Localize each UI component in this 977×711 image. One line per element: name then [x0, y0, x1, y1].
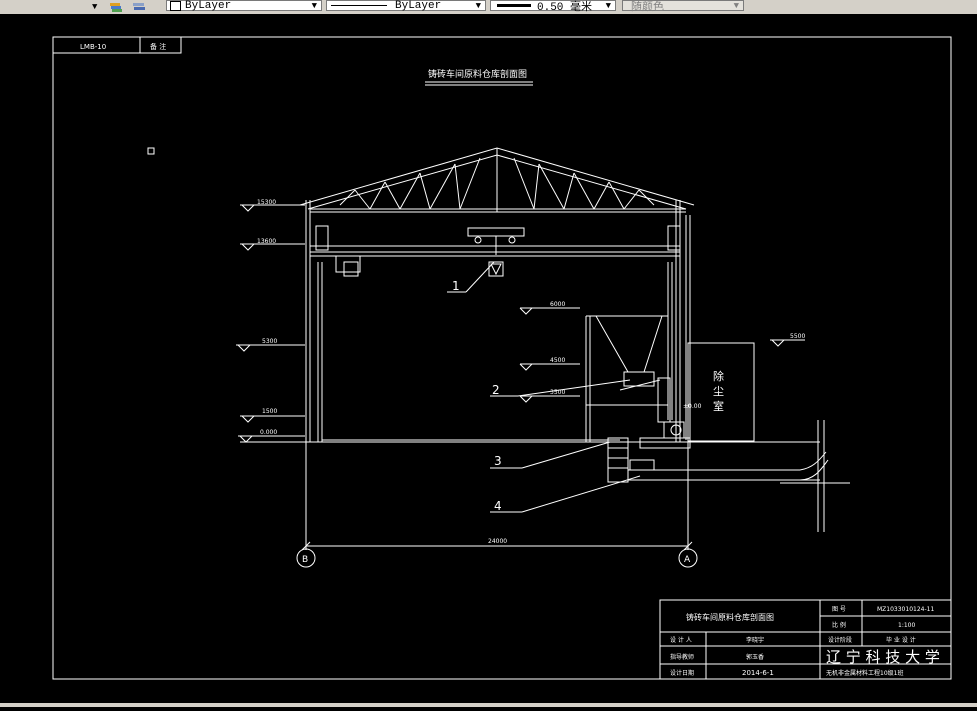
color-control-combo[interactable]: ByLayer ▼: [166, 0, 322, 12]
drawing-canvas[interactable]: LMB-10 备 注 铸砖车间原料仓库剖面图 15300 13600 5300 …: [0, 14, 977, 707]
plotstyle-combo-value: 随颜色: [631, 1, 664, 14]
drawing-border: [52, 36, 952, 680]
small-marker: [147, 147, 155, 155]
color-combo-value: ByLayer: [185, 0, 232, 12]
callout-1: 1: [452, 279, 460, 293]
bottom-scrollbar[interactable]: [0, 703, 977, 707]
axis-label-a: A: [684, 555, 691, 565]
title-block-name: 铸砖车间原料仓库剖面图: [686, 612, 774, 622]
drawing-title: 铸砖车间原料仓库剖面图: [428, 68, 527, 80]
color-swatch-icon: [170, 0, 181, 11]
dust-room-label-1: 除: [713, 369, 724, 383]
properties-toolbar: ▼ ByLayer ▼ ByLayer ▼ 0.50 毫米 ▼ 随颜色 ▼: [0, 0, 977, 15]
callout-3: 3: [494, 454, 502, 468]
designer-value: 李晓宇: [746, 636, 764, 644]
chevron-down-icon: ▼: [605, 0, 611, 11]
callout-4: 4: [494, 499, 502, 513]
chevron-down-icon: ▼: [733, 0, 739, 11]
crane-beam: [310, 225, 681, 277]
elevation-1500: 1500: [262, 408, 277, 415]
corner-label-left: LMB-10: [80, 43, 106, 51]
hopper-structure: [585, 315, 829, 483]
dimension-value: 24000: [488, 538, 507, 545]
elevation-15300: 15300: [257, 199, 276, 206]
layer-states-icon[interactable]: [108, 0, 124, 13]
lineweight-control-combo[interactable]: 0.50 毫米 ▼: [490, 0, 616, 14]
elevation-5500: 5500: [790, 333, 805, 340]
elevation-0000: 0.000: [260, 429, 277, 436]
linetype-preview: [331, 5, 387, 6]
elevation-5300: 5300: [262, 338, 277, 345]
layer-dropdown-arrow[interactable]: ▼: [92, 0, 97, 13]
dust-room-label-3: 室: [713, 399, 724, 413]
lineweight-combo-value: 0.50 毫米: [537, 1, 593, 14]
callout-leaders: [447, 261, 641, 513]
chevron-down-icon: ▼: [475, 0, 481, 11]
axis-label-b: B: [302, 555, 308, 565]
scale-value: 1:100: [898, 622, 915, 629]
elevation-13600: 13600: [257, 238, 276, 245]
date-value: 2014-6-1: [742, 669, 774, 677]
stage-value: 毕 业 设 计: [886, 636, 916, 644]
corner-label-right: 备 注: [150, 42, 166, 51]
elevation-6000: 6000: [550, 301, 565, 308]
layer-previous-icon[interactable]: [131, 0, 147, 13]
small-elevation-label: ±0.00: [683, 403, 702, 410]
date-label: 设计日期: [670, 669, 694, 677]
roof-truss: [299, 147, 695, 213]
elevation-4500: 4500: [550, 357, 565, 364]
linetype-control-combo[interactable]: ByLayer ▼: [326, 0, 486, 12]
advisor-value: 郭玉香: [746, 653, 764, 661]
lineweight-preview: [497, 4, 531, 7]
drawing-no-value: MZ1033010124-11: [877, 606, 934, 613]
stage-label: 设计阶段: [828, 636, 852, 644]
advisor-label: 指导教师: [670, 653, 694, 661]
program-name: 无机非金属材料工程10级1班: [826, 669, 903, 677]
school-name: 辽 宁 科 技 大 学: [826, 648, 940, 666]
drawing-no-label: 图 号: [832, 606, 846, 613]
plotstyle-control-combo[interactable]: 随颜色 ▼: [622, 0, 744, 14]
dust-room-label-2: 尘: [713, 385, 724, 398]
chevron-down-icon: ▼: [311, 0, 317, 11]
designer-label: 设 计 人: [670, 636, 692, 644]
scale-label: 比 例: [832, 621, 846, 629]
linetype-combo-value: ByLayer: [395, 0, 442, 12]
callout-2: 2: [492, 383, 500, 397]
